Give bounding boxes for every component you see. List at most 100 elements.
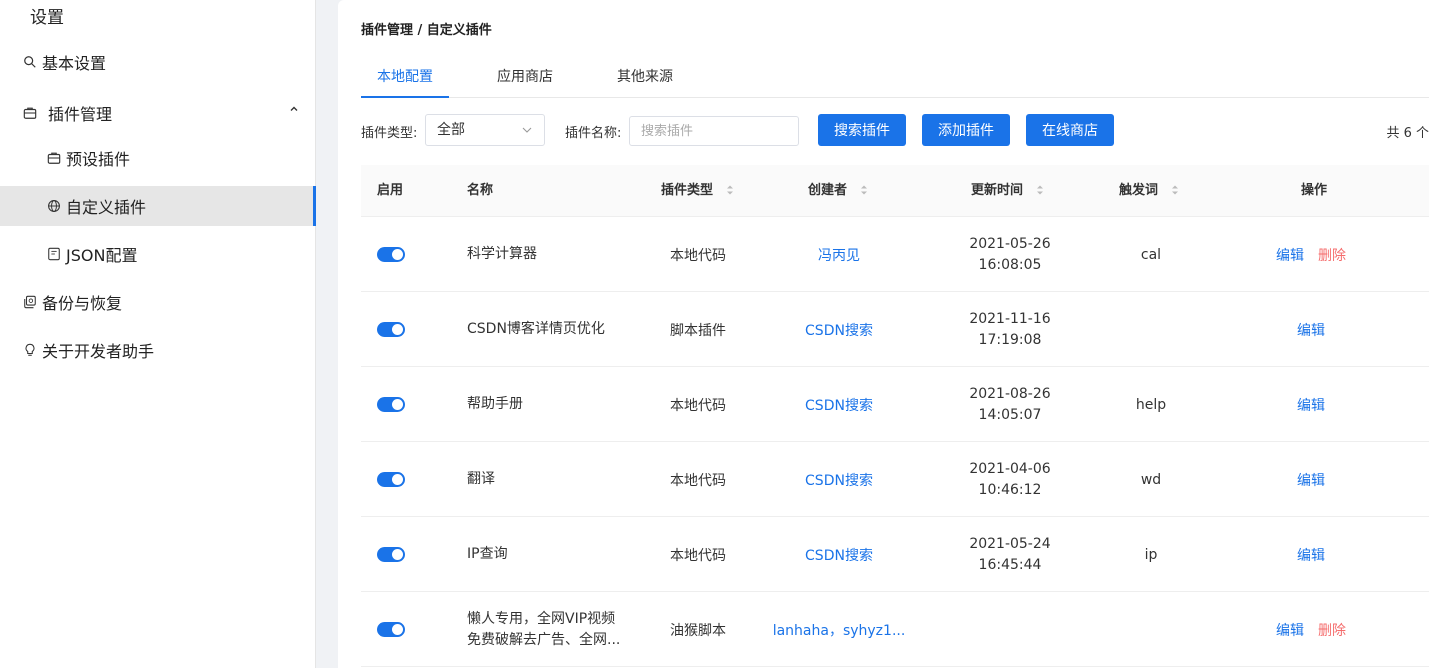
creator-link[interactable]: CSDN搜索: [805, 395, 873, 415]
tab-other-sources[interactable]: 其他来源: [617, 58, 673, 98]
updated-date: 2021-11-16: [969, 310, 1051, 327]
edit-button[interactable]: 编辑: [1297, 545, 1325, 565]
updated-cell: [935, 592, 1085, 667]
name-cell: 科学计算器: [467, 217, 647, 292]
type-cell: 本地代码: [670, 247, 726, 264]
header-creator-column[interactable]: 创建者: [808, 165, 868, 217]
briefcase-icon: [22, 105, 38, 121]
header-trigger-column[interactable]: 触发词: [1119, 165, 1179, 217]
table-row: 帮助手册 本地代码 CSDN搜索 2021-08-26 14:05:07 help 编辑: [361, 367, 1429, 442]
breadcrumb: 插件管理 / 自定义插件: [361, 23, 492, 38]
enabled-cell: [377, 592, 417, 667]
actions-cell: 编辑 删除: [1231, 217, 1391, 292]
sidebar-item-basic-settings[interactable]: 基本设置: [0, 42, 316, 82]
updated-cell: 2021-11-16 17:19:08: [935, 292, 1085, 367]
plugin-name-label: 插件名称:: [565, 126, 622, 141]
name-cell: 懒人专用，全网VIP视频 免费破解去广告、全网...: [467, 592, 647, 667]
sort-icon[interactable]: [860, 183, 868, 197]
edit-button[interactable]: 编辑: [1297, 395, 1325, 415]
document-icon: [46, 246, 62, 262]
chevron-down-icon: [522, 127, 532, 133]
sidebar-item-label: 插件管理: [48, 105, 113, 124]
header-type-column[interactable]: 插件类型: [661, 165, 734, 217]
type-cell: 本地代码: [670, 472, 726, 489]
edit-button[interactable]: 编辑: [1297, 320, 1325, 340]
type-cell: 本地代码: [670, 397, 726, 414]
header-name: 名称: [467, 183, 494, 198]
enabled-toggle[interactable]: [377, 547, 405, 562]
online-store-button[interactable]: 在线商店: [1026, 114, 1114, 146]
sort-icon[interactable]: [726, 183, 734, 197]
trigger-cell: cal: [1140, 246, 1162, 263]
creator-link[interactable]: lanhaha，syhyz1...: [773, 620, 906, 640]
actions-cell: 编辑: [1231, 442, 1391, 517]
sidebar-item-backup-restore[interactable]: 备份与恢复: [0, 282, 316, 322]
plugin-name: 懒人专用，全网VIP视频: [467, 610, 616, 627]
table-row: CSDN博客详情页优化 脚本插件 CSDN搜索 2021-11-16 17:19:08 编…: [361, 292, 1429, 367]
plugin-name: 科学计算器: [467, 246, 537, 262]
header-type: 插件类型: [661, 183, 714, 198]
sidebar-item-preset-plugins[interactable]: 预设插件: [0, 138, 316, 178]
total-count: 共 6 个: [1386, 126, 1429, 141]
trigger-cell: help: [1135, 396, 1167, 413]
updated-date: 2021-05-26: [969, 235, 1051, 252]
bulb-icon: [22, 342, 38, 358]
creator-link[interactable]: CSDN搜索: [805, 470, 873, 490]
enabled-toggle[interactable]: [377, 247, 405, 262]
enabled-toggle[interactable]: [377, 397, 405, 412]
enabled-toggle[interactable]: [377, 622, 405, 637]
plugin-type-select[interactable]: 全部: [425, 114, 545, 146]
sidebar-item-custom-plugins[interactable]: 自定义插件: [0, 186, 316, 226]
tab-app-store[interactable]: 应用商店: [497, 58, 553, 98]
add-plugin-button[interactable]: 添加插件: [922, 114, 1010, 146]
sidebar-item-label: 基本设置: [42, 54, 107, 73]
enabled-cell: [377, 517, 417, 592]
updated-date: 2021-05-24: [969, 535, 1051, 552]
trigger-cell: ip: [1144, 546, 1158, 563]
creator-cell: lanhaha，syhyz1...: [761, 592, 917, 667]
backup-icon: [22, 294, 38, 310]
edit-button[interactable]: 编辑: [1276, 245, 1304, 265]
enabled-toggle[interactable]: [377, 322, 405, 337]
creator-link[interactable]: 冯丙见: [818, 245, 860, 265]
sidebar-title: 设置: [30, 8, 64, 28]
tab-bar: 本地配置 应用商店 其他来源: [361, 58, 1429, 98]
enabled-cell: [377, 217, 417, 292]
plugin-table: 启用 名称 插件类型 创建者 更新时间 触发词 操作 科学计算器 本地代码 冯丙…: [361, 165, 1429, 667]
table-row: 科学计算器 本地代码 冯丙见 2021-05-26 16:08:05 cal 编辑 删除: [361, 217, 1429, 292]
creator-link[interactable]: CSDN搜索: [805, 320, 873, 340]
creator-link[interactable]: CSDN搜索: [805, 545, 873, 565]
header-creator: 创建者: [808, 183, 848, 198]
creator-cell: CSDN搜索: [761, 442, 917, 517]
enabled-toggle[interactable]: [377, 472, 405, 487]
enabled-cell: [377, 292, 417, 367]
table-row: 懒人专用，全网VIP视频 免费破解去广告、全网... 油猴脚本 lanhaha，syh…: [361, 592, 1429, 667]
sort-icon[interactable]: [1036, 183, 1044, 197]
edit-button[interactable]: 编辑: [1276, 620, 1304, 640]
header-enabled: 启用: [377, 183, 404, 198]
updated-date: 2021-08-26: [969, 385, 1051, 402]
header-updated-column[interactable]: 更新时间: [971, 165, 1044, 217]
sidebar-item-label: 自定义插件: [66, 198, 147, 217]
sort-icon[interactable]: [1171, 183, 1179, 197]
search-plugin-button[interactable]: 搜索插件: [818, 114, 906, 146]
sidebar-item-plugin-management[interactable]: 插件管理: [0, 93, 316, 133]
updated-cell: 2021-04-06 10:46:12: [935, 442, 1085, 517]
name-cell: IP查询: [467, 517, 647, 592]
delete-button[interactable]: 删除: [1318, 620, 1346, 640]
sidebar-item-json-config[interactable]: JSON配置: [0, 234, 316, 274]
type-cell: 本地代码: [670, 547, 726, 564]
sidebar-item-label: 备份与恢复: [42, 294, 123, 313]
name-cell: 翻译: [467, 442, 647, 517]
creator-cell: CSDN搜索: [761, 367, 917, 442]
chevron-up-icon[interactable]: [288, 103, 300, 115]
tab-local-config[interactable]: 本地配置: [361, 58, 449, 98]
table-row: 翻译 本地代码 CSDN搜索 2021-04-06 10:46:12 wd 编辑: [361, 442, 1429, 517]
table-row: IP查询 本地代码 CSDN搜索 2021-05-24 16:45:44 ip 编辑: [361, 517, 1429, 592]
edit-button[interactable]: 编辑: [1297, 470, 1325, 490]
sidebar-item-about[interactable]: 关于开发者助手: [0, 330, 316, 370]
updated-date: 2021-04-06: [969, 460, 1051, 477]
name-cell: 帮助手册: [467, 367, 647, 442]
delete-button[interactable]: 删除: [1318, 245, 1346, 265]
plugin-search-input[interactable]: [629, 116, 799, 146]
